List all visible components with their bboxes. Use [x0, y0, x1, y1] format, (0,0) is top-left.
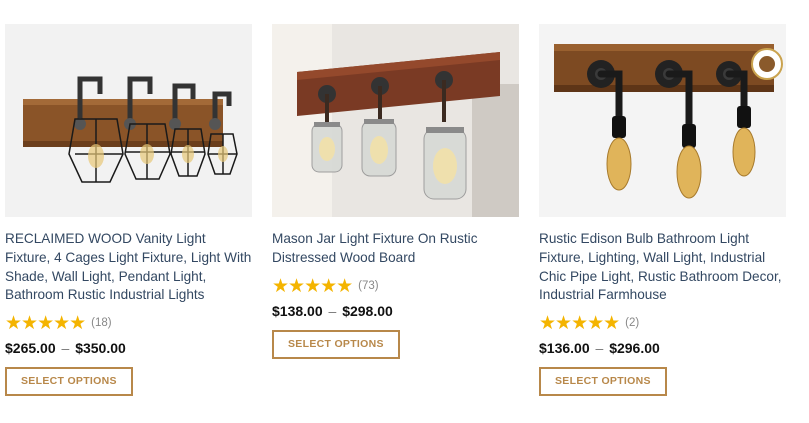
price-high: $296.00	[609, 340, 660, 357]
select-options-button[interactable]: SELECT OPTIONS	[539, 367, 667, 397]
product-title[interactable]: RECLAIMED WOOD Vanity Light Fixture, 4 C…	[5, 230, 253, 305]
product-grid: RECLAIMED WOOD Vanity Light Fixture, 4 C…	[0, 0, 809, 423]
rating-count: (18)	[91, 317, 112, 330]
product-image-link[interactable]	[5, 24, 252, 217]
price-low: $265.00	[5, 340, 56, 357]
product-card: Mason Jar Light Fixture On Rustic Distre…	[272, 24, 520, 359]
rating-count: (73)	[358, 279, 379, 292]
price-range: $138.00 – $298.00	[272, 301, 520, 321]
product-title[interactable]: Rustic Edison Bulb Bathroom Light Fixtur…	[539, 230, 787, 305]
product-image-link[interactable]	[539, 24, 786, 217]
price-separator: –	[328, 302, 337, 319]
price-range: $265.00 – $350.00	[5, 338, 253, 358]
rating-count: (2)	[625, 317, 640, 330]
price-low: $136.00	[539, 340, 590, 357]
edison-bulb-light-image	[539, 24, 786, 217]
select-options-button[interactable]: SELECT OPTIONS	[272, 329, 400, 359]
select-options-button[interactable]: SELECT OPTIONS	[5, 367, 133, 397]
star-rating: ★★★★★ (2)	[539, 312, 787, 335]
star-icons: ★★★★★	[272, 274, 353, 297]
star-rating: ★★★★★ (18)	[5, 312, 253, 335]
product-card: RECLAIMED WOOD Vanity Light Fixture, 4 C…	[5, 24, 253, 397]
product-card: Rustic Edison Bulb Bathroom Light Fixtur…	[539, 24, 787, 397]
star-icons: ★★★★★	[5, 312, 86, 335]
price-separator: –	[595, 340, 604, 357]
price-high: $350.00	[75, 340, 126, 357]
star-rating: ★★★★★ (73)	[272, 274, 520, 297]
mason-jar-light-image	[272, 24, 519, 217]
cage-vanity-light-image	[5, 24, 252, 217]
product-title[interactable]: Mason Jar Light Fixture On Rustic Distre…	[272, 230, 520, 268]
price-range: $136.00 – $296.00	[539, 338, 787, 358]
product-image-link[interactable]	[272, 24, 519, 217]
star-icons: ★★★★★	[539, 312, 620, 335]
price-high: $298.00	[342, 302, 393, 319]
price-low: $138.00	[272, 302, 323, 319]
price-separator: –	[61, 340, 70, 357]
